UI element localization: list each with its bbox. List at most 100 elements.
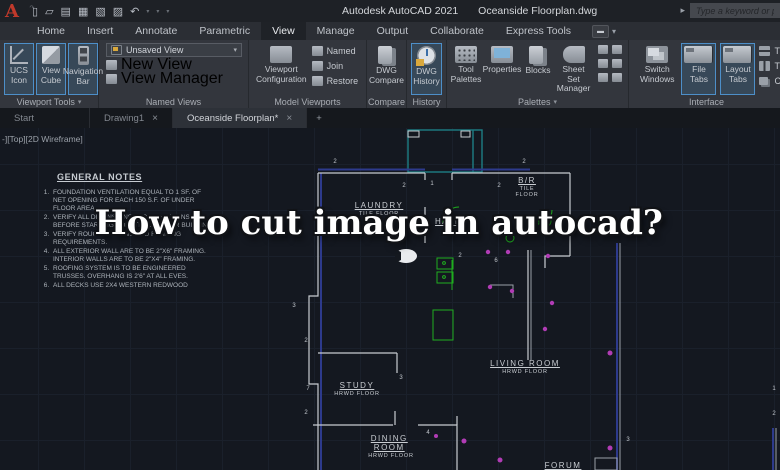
dwg-compare-button[interactable]: DWG Compare (369, 43, 404, 95)
named-viewport-button[interactable]: Named (311, 44, 359, 57)
join-viewport-button[interactable]: Join (311, 59, 359, 72)
switch-windows-button[interactable]: Switch Windows (637, 43, 677, 95)
note-item: ALL EXTERIOR WALL ARE TO BE 2"X6" FRAMIN… (51, 248, 215, 264)
palette-extra-buttons (594, 43, 624, 95)
dim-number: 3 (292, 303, 296, 309)
save-icon[interactable]: ▤ (61, 5, 71, 18)
dim-number: 3 (626, 437, 630, 443)
tab-manage[interactable]: Manage (306, 22, 366, 40)
undo-dropdown-icon[interactable]: ▾ (146, 8, 149, 15)
unsaved-view-icon (111, 45, 122, 55)
search-input[interactable] (690, 3, 780, 18)
room-label-dining: DINING ROOM HRWD FLOOR (368, 434, 414, 459)
ribbon-tab-bar: Home Insert Annotate Parametric View Man… (0, 22, 780, 40)
panel-label-palettes[interactable]: Palettes ▾ (447, 95, 628, 108)
undo-icon[interactable]: ↶ (130, 5, 139, 18)
dim-number: 2 (304, 338, 308, 344)
viewport-configuration-button[interactable]: Viewport Configuration (253, 43, 310, 95)
lists-icon[interactable] (612, 73, 622, 82)
view-cube-icon (42, 46, 60, 64)
dim-number: 2 (497, 183, 501, 189)
quick-access-toolbar: ▯ ▱ ▤ ▦ ▧ ▨ ↶ ▾ ↷ ▾ ▾ (29, 5, 169, 18)
panel-label-viewport-tools[interactable]: Viewport Tools ▾ (0, 95, 98, 108)
view-manager-icon (106, 73, 117, 84)
new-drawing-tab-button[interactable]: + (307, 108, 331, 128)
blocks-button[interactable]: Blocks (523, 43, 553, 95)
view-manager-button[interactable]: View Manager (106, 70, 244, 87)
restore-viewport-icon (311, 75, 323, 86)
panel-compare: DWG Compare Compare (367, 40, 407, 108)
electrical-markers (434, 229, 613, 463)
panel-viewport-tools: UCS Icon View Cube Navigation Bar Viewpo… (0, 40, 103, 108)
chimney-caps (407, 130, 471, 138)
plot-icon[interactable]: ▧ (95, 5, 105, 18)
file-tabs-button[interactable]: File Tabs (681, 43, 717, 95)
ucs-icon-button[interactable]: UCS Icon (4, 43, 34, 95)
file-tab-oceanside-floorplan[interactable]: Oceanside Floorplan* × (172, 108, 308, 128)
ribbon-state-icon[interactable]: ▬ (592, 24, 610, 38)
autocad-logo-icon[interactable]: A (2, 0, 22, 22)
join-viewport-icon (311, 60, 323, 71)
search-expand-icon[interactable]: ▸ (680, 5, 685, 16)
view-cube-button[interactable]: View Cube (36, 43, 66, 95)
tile-horizontally-button[interactable]: Tile Horizontally (759, 44, 780, 57)
tab-annotate[interactable]: Annotate (124, 22, 188, 40)
panel-label-model-viewports: Model Viewports (274, 96, 341, 107)
layout-tabs-button[interactable]: Layout Tabs (720, 43, 756, 95)
panel-interface: Switch Windows File Tabs Layout Tabs Til… (629, 40, 780, 108)
interior-walls (490, 243, 777, 470)
restore-viewport-button[interactable]: Restore (311, 74, 358, 87)
new-file-icon[interactable]: ▯ (32, 5, 38, 18)
qat-customize-icon[interactable]: ▾ (166, 8, 169, 15)
tab-view[interactable]: View (261, 22, 306, 40)
file-tab-start[interactable]: Start (0, 108, 90, 128)
tab-home[interactable]: Home (26, 22, 76, 40)
dim-number: 2 (333, 159, 337, 165)
redo-dropdown-icon[interactable]: ▾ (156, 8, 159, 15)
panel-label-history: History (412, 96, 441, 107)
close-icon[interactable]: × (286, 113, 292, 124)
title-bar: A ▯ ▱ ▤ ▦ ▧ ▨ ↶ ▾ ↷ ▾ ▾ Autodesk AutoCAD… (0, 0, 780, 22)
viewport-controls-label[interactable]: -][Top][2D Wireframe] (2, 134, 83, 144)
tab-insert[interactable]: Insert (76, 22, 124, 40)
tab-express-tools[interactable]: Express Tools (495, 22, 582, 40)
chimney-walls (407, 129, 483, 173)
drawing-canvas[interactable]: -][Top][2D Wireframe] GENERAL NOTES FOUN… (0, 128, 780, 470)
file-tabs-icon (684, 46, 714, 63)
close-icon[interactable]: × (152, 113, 158, 124)
command-line-icon[interactable] (598, 45, 608, 54)
file-tab-drawing1[interactable]: Drawing1 × (90, 108, 173, 128)
tab-output[interactable]: Output (366, 22, 420, 40)
room-label-living: LIVING ROOM HRWD FLOOR (490, 359, 560, 375)
dwg-history-button[interactable]: DWG History (411, 43, 442, 95)
design-center-icon[interactable] (598, 59, 608, 68)
dim-number: 7 (306, 386, 310, 392)
tab-collaborate[interactable]: Collaborate (419, 22, 495, 40)
cascade-button[interactable]: Cascade (759, 74, 780, 87)
markup-icon[interactable] (612, 59, 622, 68)
ribbon-state-dropdown-icon[interactable]: ▾ (612, 27, 616, 36)
count-icon[interactable] (598, 73, 608, 82)
ribbon: UCS Icon View Cube Navigation Bar Viewpo… (0, 40, 780, 108)
ucs-axes-icon (10, 46, 28, 64)
layer-properties-icon[interactable] (612, 45, 622, 54)
dim-number: 2 (772, 411, 776, 417)
navigation-bar-button[interactable]: Navigation Bar (63, 43, 103, 95)
dim-number: 2 (458, 253, 462, 259)
tab-parametric[interactable]: Parametric (188, 22, 261, 40)
app-title: Autodesk AutoCAD 2021 (342, 5, 459, 17)
sheet-set-manager-button[interactable]: Sheet Set Manager (557, 43, 590, 95)
tile-vertically-button[interactable]: Tile Vertically (759, 59, 780, 72)
tile-vertically-icon (759, 60, 771, 71)
panel-dropdown-icon: ▾ (77, 98, 82, 106)
print-icon[interactable]: ▨ (113, 5, 123, 18)
dim-number: 6 (494, 258, 498, 264)
save-as-icon[interactable]: ▦ (78, 5, 88, 18)
properties-button[interactable]: Properties (483, 43, 521, 95)
room-label-br: B/R TILE FLOOR (515, 176, 539, 198)
note-item: ALL DECKS USE 2X4 WESTERN REDWOOD (51, 282, 215, 290)
tool-palettes-button[interactable]: Tool Palettes (451, 43, 481, 95)
open-folder-icon[interactable]: ▱ (45, 5, 53, 18)
viewport-configuration-icon (270, 46, 293, 63)
room-label-forum: FORUM (544, 461, 582, 470)
